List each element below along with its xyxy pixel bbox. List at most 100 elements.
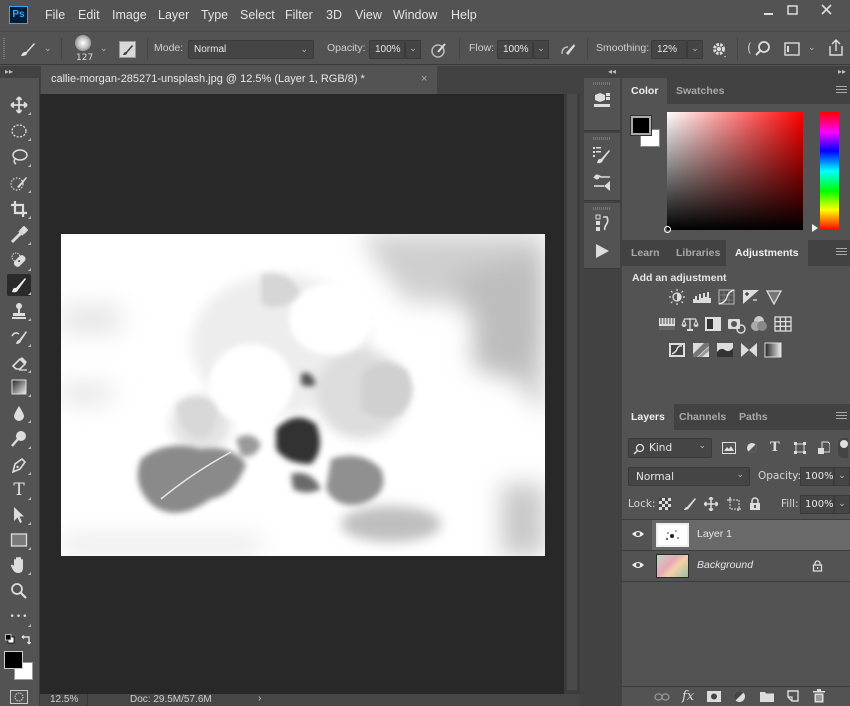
link-icon[interactable] — [654, 692, 670, 702]
pressure-opacity-toggle[interactable] — [430, 41, 448, 59]
tab-paths[interactable]: Paths — [730, 404, 777, 430]
color-field[interactable] — [664, 112, 803, 233]
vibrance-triangle-button[interactable] — [765, 289, 783, 305]
color-balance-button[interactable] — [681, 316, 699, 332]
menu-edit[interactable]: Edit — [78, 8, 100, 22]
brightness-contrast-button[interactable] — [668, 289, 686, 305]
edit-toolbar-button[interactable]: ••• — [7, 606, 31, 628]
mode-select[interactable]: Normal ⌄ — [188, 40, 314, 59]
color-panel-menu-icon[interactable] — [836, 86, 847, 95]
rectangle-tool[interactable] — [7, 529, 31, 551]
history-panel-button[interactable] — [592, 213, 612, 233]
hue-slider[interactable] — [820, 112, 839, 230]
hand-tool[interactable] — [7, 554, 31, 576]
type-filter-icon[interactable]: T — [770, 440, 780, 455]
selective-color-button[interactable] — [740, 342, 758, 358]
swap-colors-button[interactable] — [21, 634, 33, 646]
scrollbar-track[interactable] — [567, 94, 577, 690]
smoothing-dropdown[interactable]: ⌄ — [687, 40, 703, 59]
brush-picker-chevron-icon[interactable]: ⌄ — [100, 44, 108, 54]
brush-settings-toggle[interactable] — [119, 41, 136, 58]
layer-row-background[interactable]: Background — [622, 551, 850, 581]
tool-preset-picker[interactable] — [18, 40, 38, 58]
default-colors-button[interactable] — [5, 634, 15, 644]
eraser-tool[interactable] — [7, 352, 31, 374]
layer-row-layer-1[interactable]: Layer 1 — [622, 520, 850, 550]
eye-icon[interactable] — [631, 560, 645, 570]
fx-icon[interactable]: fx — [682, 689, 694, 704]
adjustments-panel-menu-icon[interactable] — [836, 248, 847, 257]
flow-dropdown[interactable]: ⌄ — [533, 40, 549, 59]
dodge-tool[interactable] — [7, 428, 31, 450]
layer-name[interactable]: Background — [697, 559, 753, 571]
actions-panel-button[interactable] — [592, 241, 612, 261]
share-button[interactable] — [827, 38, 845, 58]
lasso-tool[interactable] — [7, 146, 31, 168]
search-button[interactable] — [754, 40, 772, 58]
group-folder-icon[interactable] — [760, 690, 774, 702]
lock-transparent-pixels-button[interactable] — [659, 498, 671, 510]
elliptical-marquee-tool[interactable] — [7, 120, 31, 142]
layer-filter-kind-select[interactable]: Kind ⌄ — [628, 438, 712, 458]
tab-channels[interactable]: Channels — [670, 404, 735, 430]
menu-layer[interactable]: Layer — [158, 8, 189, 22]
menu-type[interactable]: Type — [201, 8, 228, 22]
new-layer-icon[interactable] — [787, 690, 799, 703]
chevron-down-icon[interactable]: ⌄ — [44, 44, 52, 54]
opacity-dropdown[interactable]: ⌄ — [405, 40, 421, 59]
channel-mixer-button[interactable] — [750, 316, 768, 332]
blend-mode-select[interactable]: Normal ⌄ — [628, 467, 750, 486]
crop-tool[interactable] — [7, 198, 31, 220]
pen-tool[interactable] — [7, 454, 31, 476]
layer-opacity-input[interactable]: 100% — [800, 467, 834, 486]
history-brush-tool[interactable] — [7, 326, 31, 348]
blur-tool[interactable] — [7, 402, 31, 424]
gradient-tool[interactable] — [7, 376, 31, 398]
filter-toggle-switch[interactable] — [838, 438, 848, 458]
document-image[interactable] — [61, 234, 545, 556]
close-window-button[interactable] — [812, 0, 842, 22]
mask-icon[interactable] — [707, 691, 721, 702]
fill-dropdown[interactable]: ⌄ — [834, 495, 850, 514]
tab-swatches[interactable]: Swatches — [667, 78, 733, 104]
photo-filter-button[interactable] — [727, 316, 746, 334]
menu-image[interactable]: Image — [112, 8, 147, 22]
brush-settings-button[interactable] — [592, 173, 612, 193]
hue-saturation-button[interactable] — [658, 316, 676, 332]
path-selection-tool[interactable] — [7, 504, 31, 526]
color-foreground-swatch[interactable] — [630, 115, 652, 136]
trash-icon[interactable] — [813, 689, 825, 703]
adjustment-layer-icon[interactable] — [733, 690, 746, 703]
menu-view[interactable]: View — [355, 8, 382, 22]
lock-position-button[interactable] — [704, 497, 718, 511]
workspace-button[interactable] — [784, 42, 800, 56]
color-picker-marker[interactable] — [664, 226, 671, 233]
toolbar-collapse-button[interactable]: ▸▸ — [0, 66, 40, 78]
opacity-input[interactable]: 100% — [369, 40, 405, 59]
3d-panel-button[interactable] — [592, 90, 612, 110]
brush-tip-preview[interactable] — [75, 35, 91, 51]
type-tool[interactable]: T — [7, 479, 31, 501]
hue-slider-handle[interactable] — [812, 224, 818, 232]
panels-collapse-button[interactable]: ▸▸ — [622, 66, 850, 78]
menu-3d[interactable]: 3D — [326, 8, 342, 22]
smoothing-options-button[interactable] — [711, 41, 729, 59]
layers-panel-menu-icon[interactable] — [836, 412, 847, 421]
document-tab[interactable]: callie-morgan-285271-unsplash.jpg @ 12.5… — [41, 66, 437, 94]
eye-icon[interactable] — [631, 529, 645, 539]
menu-window[interactable]: Window — [393, 8, 437, 22]
threshold-button[interactable] — [716, 342, 734, 358]
lock-image-pixels-button[interactable] — [683, 497, 697, 511]
layer-opacity-dropdown[interactable]: ⌄ — [834, 467, 850, 486]
tab-color[interactable]: Color — [622, 78, 668, 104]
menu-filter[interactable]: Filter — [285, 8, 313, 22]
levels-button[interactable] — [692, 289, 711, 305]
workspace-chevron-icon[interactable]: ⌄ — [808, 43, 816, 53]
curves-button[interactable] — [718, 289, 736, 305]
status-menu-arrow-icon[interactable]: › — [258, 693, 261, 704]
maximize-button[interactable] — [778, 0, 808, 22]
vertical-scrollbar[interactable] — [564, 94, 580, 694]
airbrush-toggle[interactable] — [559, 41, 577, 59]
gradient-map-button[interactable] — [764, 342, 782, 358]
brush-settings-panel-button[interactable] — [592, 145, 612, 165]
